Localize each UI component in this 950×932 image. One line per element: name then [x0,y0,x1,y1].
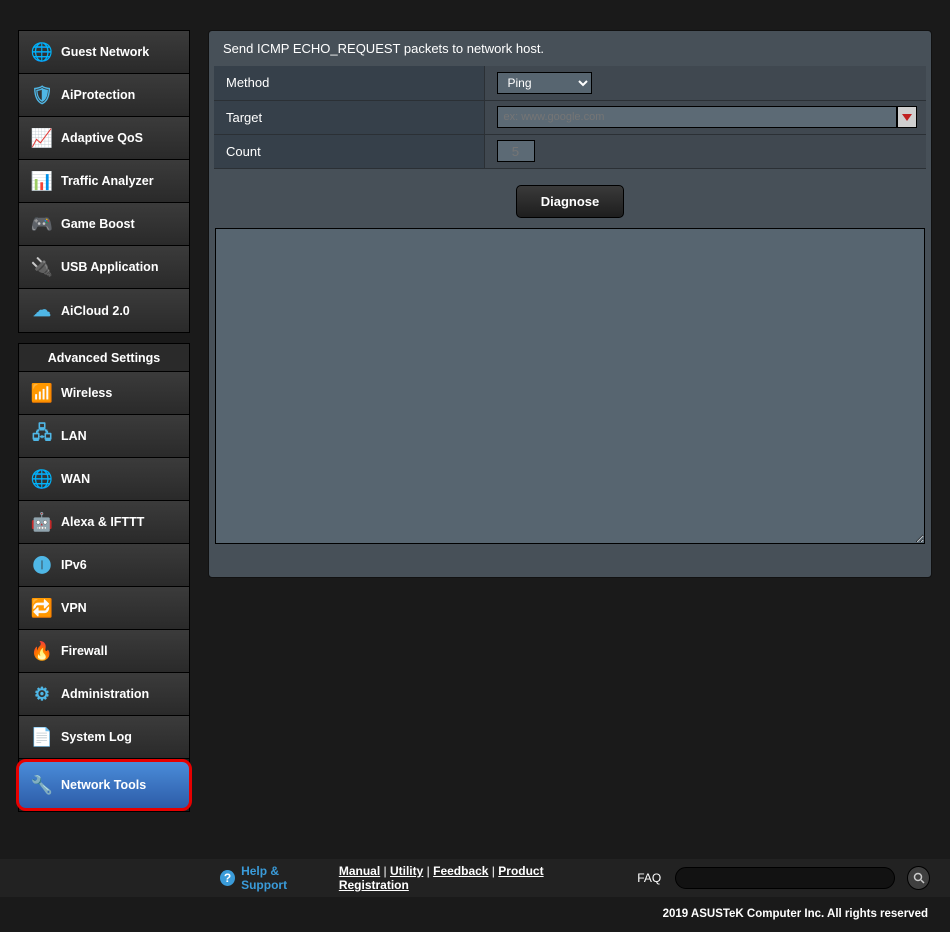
sidebar-item-label: Alexa & IFTTT [61,515,144,529]
sidebar-item-label: LAN [61,429,87,443]
alexa-ifttt-icon: 🤖 [29,512,55,533]
footer-link-feedback[interactable]: Feedback [433,864,488,878]
sidebar-item-wireless[interactable]: 📶 Wireless [19,372,189,415]
sidebar-advanced-group: Advanced Settings 📶 Wireless 🖧 LAN 🌐 WAN 🤖 Alex… [18,343,190,812]
sidebar-item-label: USB Application [61,260,158,274]
aicloud-icon: ☁ [29,300,55,321]
method-label: Method [214,66,484,100]
method-select[interactable]: Ping [497,72,592,94]
sidebar-item-administration[interactable]: ⚙ Administration [19,673,189,716]
footer-link-utility[interactable]: Utility [390,864,423,878]
adaptive-qos-icon: 📈 [29,128,55,149]
sidebar-item-label: AiCloud 2.0 [61,304,130,318]
sidebar-item-lan[interactable]: 🖧 LAN [19,415,189,458]
count-input[interactable] [497,140,535,162]
sidebar-item-label: Administration [61,687,149,701]
sidebar-item-network-tools[interactable]: 🔧 Network Tools [16,759,192,811]
sidebar-item-label: Firewall [61,644,108,658]
target-dropdown-button[interactable] [897,106,917,128]
help-support-link[interactable]: Help & Support [241,864,323,892]
search-button[interactable] [907,866,930,890]
sidebar-item-label: Game Boost [61,217,135,231]
network-tools-icon: 🔧 [29,775,55,796]
main-panel: Send ICMP ECHO_REQUEST packets to networ… [208,30,932,578]
usb-application-icon: 🔌 [29,257,55,278]
wan-icon: 🌐 [29,469,55,490]
sidebar-item-aiprotection[interactable]: 🛡 AiProtection [19,74,189,117]
sidebar-item-usb-application[interactable]: 🔌 USB Application [19,246,189,289]
sidebar-item-label: VPN [61,601,87,615]
sidebar-item-label: Guest Network [61,45,149,59]
sidebar-item-label: Wireless [61,386,112,400]
ipv6-icon: 🅘 [29,552,55,578]
sidebar-advanced-header: Advanced Settings [19,344,189,372]
sidebar-item-game-boost[interactable]: 🎮 Game Boost [19,203,189,246]
form-table: Method Ping Target [214,66,926,169]
sidebar-item-traffic-analyzer[interactable]: 📊 Traffic Analyzer [19,160,189,203]
sidebar-item-alexa-ifttt[interactable]: 🤖 Alexa & IFTTT [19,501,189,544]
search-input[interactable] [675,867,895,889]
sidebar-item-label: IPv6 [61,558,87,572]
diagnose-button[interactable]: Diagnose [516,185,625,218]
result-output[interactable] [215,228,925,544]
sidebar-item-label: Traffic Analyzer [61,174,154,188]
panel-description: Send ICMP ECHO_REQUEST packets to networ… [209,31,931,66]
search-icon [913,872,925,884]
sidebar-item-label: AiProtection [61,88,135,102]
sidebar-item-label: Network Tools [61,778,146,792]
guest-network-icon: 🌐 [29,42,55,63]
target-input[interactable] [497,106,897,128]
sidebar-item-label: WAN [61,472,90,486]
sidebar-item-label: System Log [61,730,132,744]
sidebar-general-group: 🌐 Guest Network 🛡 AiProtection 📈 Adaptive QoS… [18,30,190,333]
sidebar-item-adaptive-qos[interactable]: 📈 Adaptive QoS [19,117,189,160]
game-boost-icon: 🎮 [29,214,55,235]
count-label: Count [214,134,484,168]
sidebar-item-ipv6[interactable]: 🅘 IPv6 [19,544,189,587]
target-label: Target [214,100,484,134]
sidebar-item-guest-network[interactable]: 🌐 Guest Network [19,31,189,74]
faq-label: FAQ [637,871,661,885]
help-icon: ? [220,870,235,886]
system-log-icon: 📄 [29,727,55,748]
sidebar-item-wan[interactable]: 🌐 WAN [19,458,189,501]
lan-icon: 🖧 [29,421,55,451]
copyright: 2019 ASUSTeK Computer Inc. All rights re… [663,908,928,920]
sidebar-item-firewall[interactable]: 🔥 Firewall [19,630,189,673]
firewall-icon: 🔥 [29,641,55,662]
chevron-down-icon [902,114,912,121]
footer: ? Help & Support Manual | Utility | Feed… [0,859,950,897]
vpn-icon: 🔁 [29,598,55,619]
wireless-icon: 📶 [29,383,55,404]
administration-icon: ⚙ [29,684,55,705]
sidebar-item-aicloud[interactable]: ☁ AiCloud 2.0 [19,289,189,332]
sidebar-item-vpn[interactable]: 🔁 VPN [19,587,189,630]
sidebar-item-system-log[interactable]: 📄 System Log [19,716,189,759]
aiprotection-icon: 🛡 [29,85,55,106]
footer-link-manual[interactable]: Manual [339,864,380,878]
sidebar-item-label: Adaptive QoS [61,131,143,145]
traffic-analyzer-icon: 📊 [29,171,55,192]
sidebar: 🌐 Guest Network 🛡 AiProtection 📈 Adaptive QoS… [18,30,190,830]
